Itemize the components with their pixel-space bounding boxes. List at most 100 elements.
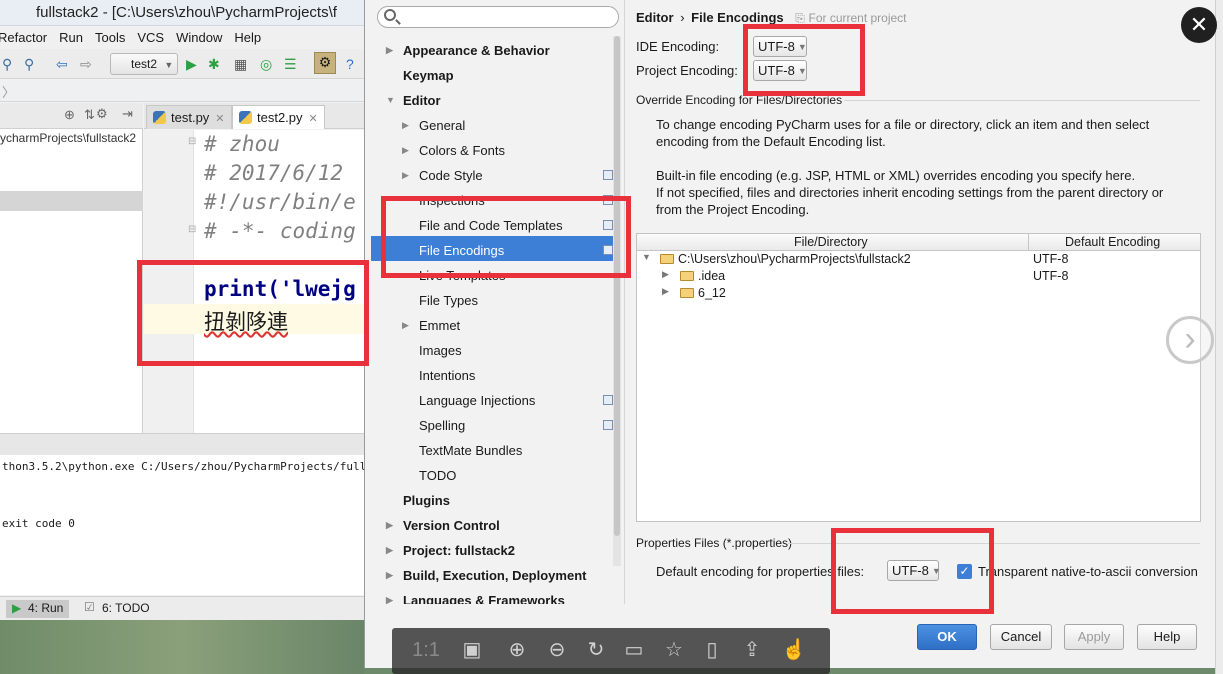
- help-icon[interactable]: ?: [346, 55, 354, 73]
- zoom-out-icon[interactable]: ⊖: [543, 638, 571, 662]
- project-selected-row[interactable]: [0, 191, 143, 211]
- bookmark-icon[interactable]: ☆: [660, 638, 688, 662]
- gear-icon[interactable]: ⚙: [96, 106, 108, 122]
- next-image-button[interactable]: ›: [1166, 316, 1214, 364]
- tab-run[interactable]: ▶ 4: Run: [6, 600, 70, 618]
- tree-item-textmate-bundles[interactable]: TextMate Bundles: [419, 438, 522, 463]
- encoding-table[interactable]: File/Directory Default Encoding ▼ C:\Use…: [636, 233, 1201, 522]
- tree-item-build-execution-deployment[interactable]: ▶ Build, Execution, Deployment: [386, 563, 586, 588]
- chevron-down-icon[interactable]: ▼: [386, 88, 395, 113]
- row-encoding[interactable]: UTF-8: [1033, 252, 1068, 266]
- project-root-path[interactable]: ycharmProjects\fullstack2: [0, 131, 136, 145]
- tree-scrollbar[interactable]: [613, 36, 621, 566]
- tree-item-label: Version Control: [403, 518, 500, 533]
- tree-item-emmet[interactable]: ▶ Emmet: [402, 313, 460, 338]
- run-config-select[interactable]: test2 ▼: [110, 53, 178, 75]
- tree-item-spelling[interactable]: Spelling: [419, 413, 613, 438]
- menu-run[interactable]: Run: [53, 27, 89, 49]
- close-icon[interactable]: ✕: [309, 113, 318, 125]
- chevron-right-icon[interactable]: ▶: [402, 138, 409, 163]
- chevron-right-icon[interactable]: ▶: [402, 313, 409, 338]
- chevron-right-icon[interactable]: ▶: [662, 269, 669, 280]
- chevron-right-icon[interactable]: ▶: [402, 163, 409, 188]
- chevron-right-icon[interactable]: ▶: [386, 513, 393, 538]
- zoom-in-icon[interactable]: ⊕: [503, 638, 531, 662]
- chevron-right-icon[interactable]: ▶: [386, 538, 393, 563]
- tree-item-language-injections[interactable]: Language Injections: [419, 388, 613, 413]
- settings-icon[interactable]: ⚙: [314, 52, 336, 74]
- run-console[interactable]: thon3.5.2\python.exe C:/Users/zhou/Pycha…: [0, 455, 364, 595]
- locate-icon[interactable]: ⊕: [64, 107, 75, 123]
- menu-vcs[interactable]: VCS: [131, 27, 170, 49]
- code-editor[interactable]: ⊟ ⊟ # zhou # 2017/6/12 #!/usr/bin/e # -*…: [144, 130, 364, 433]
- run-icon[interactable]: ▶: [186, 55, 197, 73]
- ide-encoding-select[interactable]: UTF-8 ▼: [753, 36, 807, 57]
- tab-test-py[interactable]: test.py ✕: [146, 105, 232, 129]
- phone-icon[interactable]: ▯: [698, 638, 726, 662]
- tree-item-general[interactable]: ▶ General: [402, 113, 465, 138]
- tree-item-file-encodings[interactable]: File Encodings: [419, 238, 613, 263]
- tree-item-inspections[interactable]: Inspections: [419, 188, 613, 213]
- fold-icon[interactable]: ⊟: [188, 224, 196, 235]
- share-icon[interactable]: ⇪: [738, 638, 766, 662]
- menu-help[interactable]: Help: [228, 27, 267, 49]
- help-button[interactable]: Help: [1137, 624, 1197, 650]
- like-icon[interactable]: ☝: [780, 638, 808, 662]
- table-row[interactable]: ▶ .idea UTF-8: [637, 268, 1200, 285]
- cancel-button[interactable]: Cancel: [990, 624, 1052, 650]
- properties-encoding-select[interactable]: UTF-8 ▼: [887, 560, 941, 581]
- table-row[interactable]: ▶ 6_12: [637, 285, 1200, 302]
- menu-refactor[interactable]: Refactor: [0, 27, 53, 49]
- fold-icon[interactable]: ⊟: [188, 136, 196, 147]
- forward-icon[interactable]: ⇨: [80, 55, 92, 73]
- column-header-encoding[interactable]: Default Encoding: [1065, 235, 1160, 249]
- tree-item-file-and-code-templates[interactable]: File and Code Templates: [419, 213, 613, 238]
- column-header-file[interactable]: File/Directory: [794, 235, 868, 249]
- tab-test2-py[interactable]: test2.py ✕: [232, 105, 325, 129]
- menu-window[interactable]: Window: [170, 27, 228, 49]
- tree-item-todo[interactable]: TODO: [419, 463, 456, 488]
- tree-item-plugins[interactable]: Plugins: [403, 488, 450, 513]
- chevron-right-icon[interactable]: ▶: [386, 563, 393, 588]
- coverage-icon[interactable]: ▦: [234, 55, 247, 73]
- chevron-right-icon[interactable]: ▶: [402, 113, 409, 138]
- ok-button[interactable]: OK: [917, 624, 977, 650]
- debug-icon[interactable]: ✱: [208, 55, 220, 73]
- menu-tools[interactable]: Tools: [89, 27, 131, 49]
- table-row[interactable]: ▼ C:\Users\zhou\PycharmProjects\fullstac…: [637, 251, 1200, 268]
- row-encoding[interactable]: UTF-8: [1033, 269, 1068, 283]
- collapse-icon[interactable]: ⇅: [84, 107, 95, 123]
- chevron-right-icon[interactable]: ▶: [386, 38, 393, 63]
- tree-item-project-fullstack2[interactable]: ▶ Project: fullstack2: [386, 538, 515, 563]
- actual-size-button[interactable]: 1:1: [406, 638, 446, 662]
- back-icon[interactable]: ⇦: [56, 55, 68, 73]
- save-icon[interactable]: ▭: [620, 638, 648, 662]
- transparent-conversion-checkbox[interactable]: ✓: [957, 564, 972, 579]
- apply-button[interactable]: Apply: [1064, 624, 1124, 650]
- tree-item-file-types[interactable]: File Types: [419, 288, 478, 313]
- profile-icon[interactable]: ◎: [260, 55, 272, 73]
- tree-item-version-control[interactable]: ▶ Version Control: [386, 513, 500, 538]
- tree-item-code-style[interactable]: ▶ Code Style: [402, 163, 613, 188]
- tab-todo[interactable]: ☑ 6: TODO: [80, 600, 156, 618]
- rotate-icon[interactable]: ↻: [582, 638, 610, 662]
- close-icon[interactable]: ✕: [215, 113, 224, 125]
- chevron-right-icon[interactable]: ▶: [662, 286, 669, 297]
- tree-item-colors-fonts[interactable]: ▶ Colors & Fonts: [402, 138, 505, 163]
- close-viewer-button[interactable]: ✕: [1181, 7, 1217, 43]
- tasks-icon[interactable]: ☰: [284, 55, 297, 73]
- tree-item-keymap[interactable]: Keymap: [403, 63, 454, 88]
- project-encoding-select[interactable]: UTF-8 ▼: [753, 60, 807, 81]
- zoom-icon[interactable]: ⚲: [2, 55, 12, 73]
- chevron-down-icon[interactable]: ▼: [642, 252, 651, 262]
- scrollbar-thumb[interactable]: [614, 36, 620, 536]
- tree-item-intentions[interactable]: Intentions: [419, 363, 475, 388]
- hide-icon[interactable]: ⇥: [122, 106, 133, 122]
- search-structure-icon[interactable]: ⚲: [24, 55, 34, 73]
- tree-item-appearance-behavior[interactable]: ▶ Appearance & Behavior: [386, 38, 550, 63]
- fit-screen-icon[interactable]: ▣: [458, 638, 486, 662]
- tree-item-images[interactable]: Images: [419, 338, 462, 363]
- tree-item-editor[interactable]: ▼ Editor: [386, 88, 441, 113]
- settings-search-input[interactable]: [377, 6, 619, 28]
- tree-item-live-templates[interactable]: Live Templates: [419, 263, 505, 288]
